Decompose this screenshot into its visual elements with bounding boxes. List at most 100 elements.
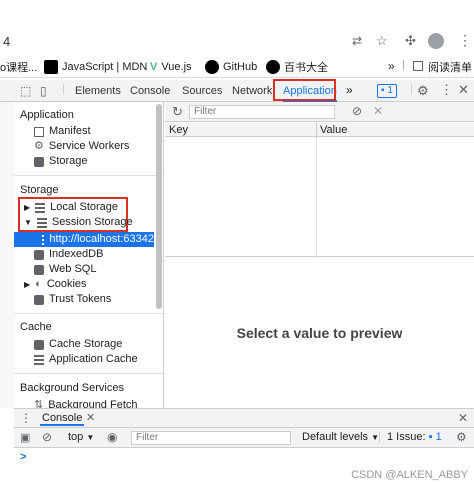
bookmarks-overflow[interactable]: » — [388, 59, 395, 73]
divider: | — [62, 83, 65, 95]
sidebar-item-service-workers[interactable]: ⚙ Service Workers — [34, 139, 129, 154]
refresh-icon[interactable]: ↻ — [172, 104, 183, 120]
database-icon — [34, 264, 44, 275]
bookmark-item[interactable]: JavaScript | MDN — [44, 59, 147, 75]
sidebar-item-manifest[interactable]: Manifest — [34, 124, 91, 139]
mdn-icon — [44, 60, 58, 74]
gear-icon: ⚙ — [34, 140, 44, 152]
drawer-tab-console[interactable]: Console — [40, 412, 85, 426]
close-icon[interactable]: ✕ — [458, 411, 468, 425]
issues-badge: ▪ 1 — [428, 431, 442, 443]
file-icon — [34, 126, 44, 137]
filter-input[interactable]: Filter — [189, 105, 335, 119]
bookmark-label: o课程... — [0, 62, 38, 74]
device-toolbar-icon[interactable]: ▯ — [40, 84, 47, 98]
levels-select[interactable]: Default levels ▼ — [302, 431, 379, 443]
reading-list[interactable]: 阅读清单 — [428, 59, 472, 75]
sidebar-item-trust-tokens[interactable]: Trust Tokens — [34, 292, 111, 307]
issues-count: 1 — [387, 85, 393, 96]
issues-button[interactable]: 1 Issue: ▪ 1 — [387, 431, 442, 443]
column-key[interactable]: Key — [169, 124, 188, 136]
kebab-icon[interactable]: ⋮ — [440, 82, 453, 98]
table-icon — [35, 202, 46, 213]
sidebar-item-application-cache[interactable]: Application Cache — [34, 352, 138, 367]
eye-icon[interactable]: ◉ — [107, 430, 117, 444]
sidebar-item-local-storage[interactable]: ▶ Local Storage — [24, 200, 118, 215]
menu-icon[interactable]: ⋮ — [458, 32, 472, 49]
table-icon — [36, 217, 47, 228]
watermark: CSDN @ALKEN_ABBY — [351, 469, 468, 481]
table-icon — [42, 234, 45, 245]
tab-network[interactable]: Network — [232, 80, 272, 102]
column-value[interactable]: Value — [320, 124, 347, 136]
chevron-right-icon[interactable]: ▶ — [24, 277, 30, 292]
github-icon — [266, 60, 280, 74]
gear-icon[interactable]: ⚙ — [417, 83, 429, 99]
sidebar-item-websql[interactable]: Web SQL — [34, 262, 97, 277]
sidebar-item-background-fetch[interactable]: ⇅ Background Fetch — [34, 398, 138, 408]
sidebar-item-storage[interactable]: Storage — [34, 154, 88, 169]
bookmark-item[interactable]: o课程... — [0, 59, 37, 75]
cookie-icon: ◐ — [35, 278, 42, 290]
sidebar-scrollbar[interactable] — [156, 104, 162, 309]
application-sidebar: Application Manifest ⚙ Service Workers St… — [14, 102, 164, 408]
chevron-down-icon: ▼ — [86, 433, 95, 442]
bookmark-item[interactable]: GitHub — [205, 59, 257, 75]
issues-badge[interactable]: ▪ 1 — [377, 84, 397, 98]
console-filter-input[interactable]: Filter — [131, 431, 291, 445]
sidebar-label: IndexedDB — [49, 248, 104, 260]
more-tabs-icon[interactable]: » — [346, 83, 353, 97]
bookmark-label: 百书大全 — [284, 62, 328, 74]
sidebar-label: Manifest — [49, 125, 91, 137]
console-pane[interactable]: > CSDN @ALKEN_ABBY — [14, 448, 474, 485]
close-icon[interactable]: ✕ — [458, 82, 469, 98]
bookmark-item[interactable]: 百书大全 — [266, 59, 328, 75]
chevron-down-icon[interactable]: ▼ — [24, 215, 32, 230]
storage-table[interactable] — [165, 137, 474, 257]
divider — [316, 123, 317, 137]
sidebar-item-indexeddb[interactable]: IndexedDB — [34, 247, 103, 262]
clear-all-icon[interactable]: ⊘ — [352, 104, 362, 118]
sidebar-item-cache-storage[interactable]: Cache Storage — [34, 337, 122, 352]
divider — [14, 373, 163, 374]
section-storage: Storage — [20, 184, 59, 196]
delete-icon[interactable]: ✕ — [373, 104, 383, 118]
clear-icon[interactable]: ⊘ — [42, 430, 52, 444]
console-prompt[interactable]: > — [20, 451, 26, 463]
inspect-icon[interactable]: ⬚ — [20, 84, 31, 98]
console-toolbar: ▣ ⊘ top ▼ ◉ Filter Default levels ▼ | 1 … — [14, 428, 474, 448]
bookmark-label: GitHub — [223, 61, 258, 73]
close-icon[interactable]: ✕ — [86, 411, 95, 424]
sidebar-item-session-origin[interactable]: http://localhost:63342 — [14, 232, 154, 247]
tab-console[interactable]: Console — [130, 80, 170, 102]
kebab-icon[interactable]: ⋮ — [20, 411, 32, 425]
sidebar-label: Cache Storage — [49, 338, 123, 350]
address-text[interactable]: 4 — [3, 34, 10, 49]
table-icon — [34, 354, 44, 365]
chevron-right-icon[interactable]: ▶ — [24, 200, 30, 215]
tab-sources[interactable]: Sources — [182, 80, 222, 102]
sidebar-label: Session Storage — [51, 216, 133, 228]
sidebar-item-session-storage[interactable]: ▼ Session Storage — [24, 215, 133, 230]
sidebar-label: http://localhost:63342 — [49, 233, 154, 245]
database-icon — [34, 249, 44, 260]
star-icon[interactable]: ☆ — [376, 33, 388, 49]
divider — [14, 313, 163, 314]
translate-icon[interactable]: ⇄ — [352, 34, 362, 48]
table-header: Key Value — [165, 123, 474, 137]
extensions-icon[interactable]: ✣ — [405, 33, 416, 49]
sidebar-item-cookies[interactable]: ▶ ◐ Cookies — [24, 277, 87, 292]
gear-icon[interactable]: ⚙ — [456, 430, 467, 444]
bookmark-label: Vue.js — [161, 61, 192, 73]
context-select[interactable]: top ▼ — [68, 431, 94, 443]
address-bar[interactable]: 4 ⇄ ☆ ✣ ⋮ — [0, 30, 474, 54]
sidebar-label: Cookies — [46, 278, 87, 290]
tab-elements[interactable]: Elements — [75, 80, 121, 102]
avatar[interactable] — [428, 33, 444, 49]
sidebar-label: Trust Tokens — [49, 293, 112, 305]
sidebar-toggle-icon[interactable]: ▣ — [20, 431, 30, 444]
bookmark-item[interactable]: V Vue.js — [150, 59, 192, 75]
sidebar-label: Storage — [49, 155, 88, 167]
divider: | — [410, 83, 413, 95]
reading-list-icon — [413, 61, 423, 71]
